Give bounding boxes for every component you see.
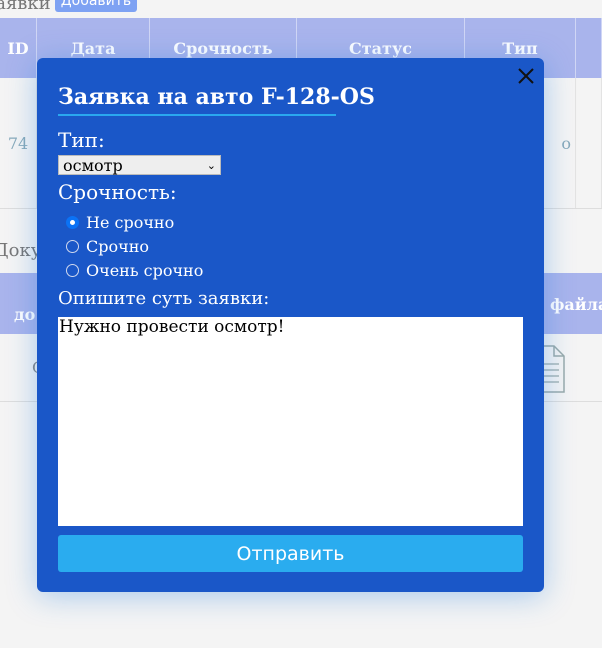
description-label: Опишите суть заявки: (58, 288, 270, 309)
chevron-down-icon: ⌄ (206, 158, 216, 172)
type-label: Тип: (58, 128, 105, 152)
documents-label: Доку (0, 240, 42, 261)
column-header[interactable]: ID (0, 18, 37, 78)
urgency-option-not-urgent[interactable]: Не срочно (66, 210, 203, 234)
cell-id: 74 (0, 78, 37, 208)
radio-button[interactable] (66, 263, 79, 277)
urgency-option-very-urgent[interactable]: Очень срочно (66, 258, 203, 282)
request-modal: Заявка на авто F-128-OS Тип: осмотр ⌄ Ср… (37, 58, 544, 592)
submit-button[interactable]: Отправить (58, 535, 523, 572)
type-select-value: осмотр (63, 155, 123, 175)
column-header[interactable]: файла (550, 295, 602, 314)
add-request-button[interactable]: Добавить (54, 0, 138, 12)
type-select[interactable]: осмотр ⌄ (58, 155, 221, 175)
modal-title: Заявка на авто F-128-OS (58, 84, 375, 116)
description-textarea[interactable]: Нужно провести осмотр! (58, 317, 523, 526)
urgency-option-urgent[interactable]: Срочно (66, 234, 203, 258)
column-header[interactable] (576, 18, 602, 78)
cell-actions (576, 78, 602, 208)
urgency-radio-group: Не срочно Срочно Очень срочно (66, 210, 203, 282)
radio-button[interactable] (66, 239, 79, 253)
radio-label: Не срочно (86, 212, 175, 232)
page-title: Заявки (0, 0, 51, 14)
radio-label: Очень срочно (86, 260, 204, 280)
column-header[interactable]: до (14, 305, 35, 324)
page-header: Заявки Добавить (0, 0, 138, 14)
urgency-label: Срочность: (58, 180, 177, 204)
radio-label: Срочно (86, 236, 149, 256)
close-icon[interactable] (516, 66, 536, 86)
radio-button-checked[interactable] (66, 215, 79, 229)
